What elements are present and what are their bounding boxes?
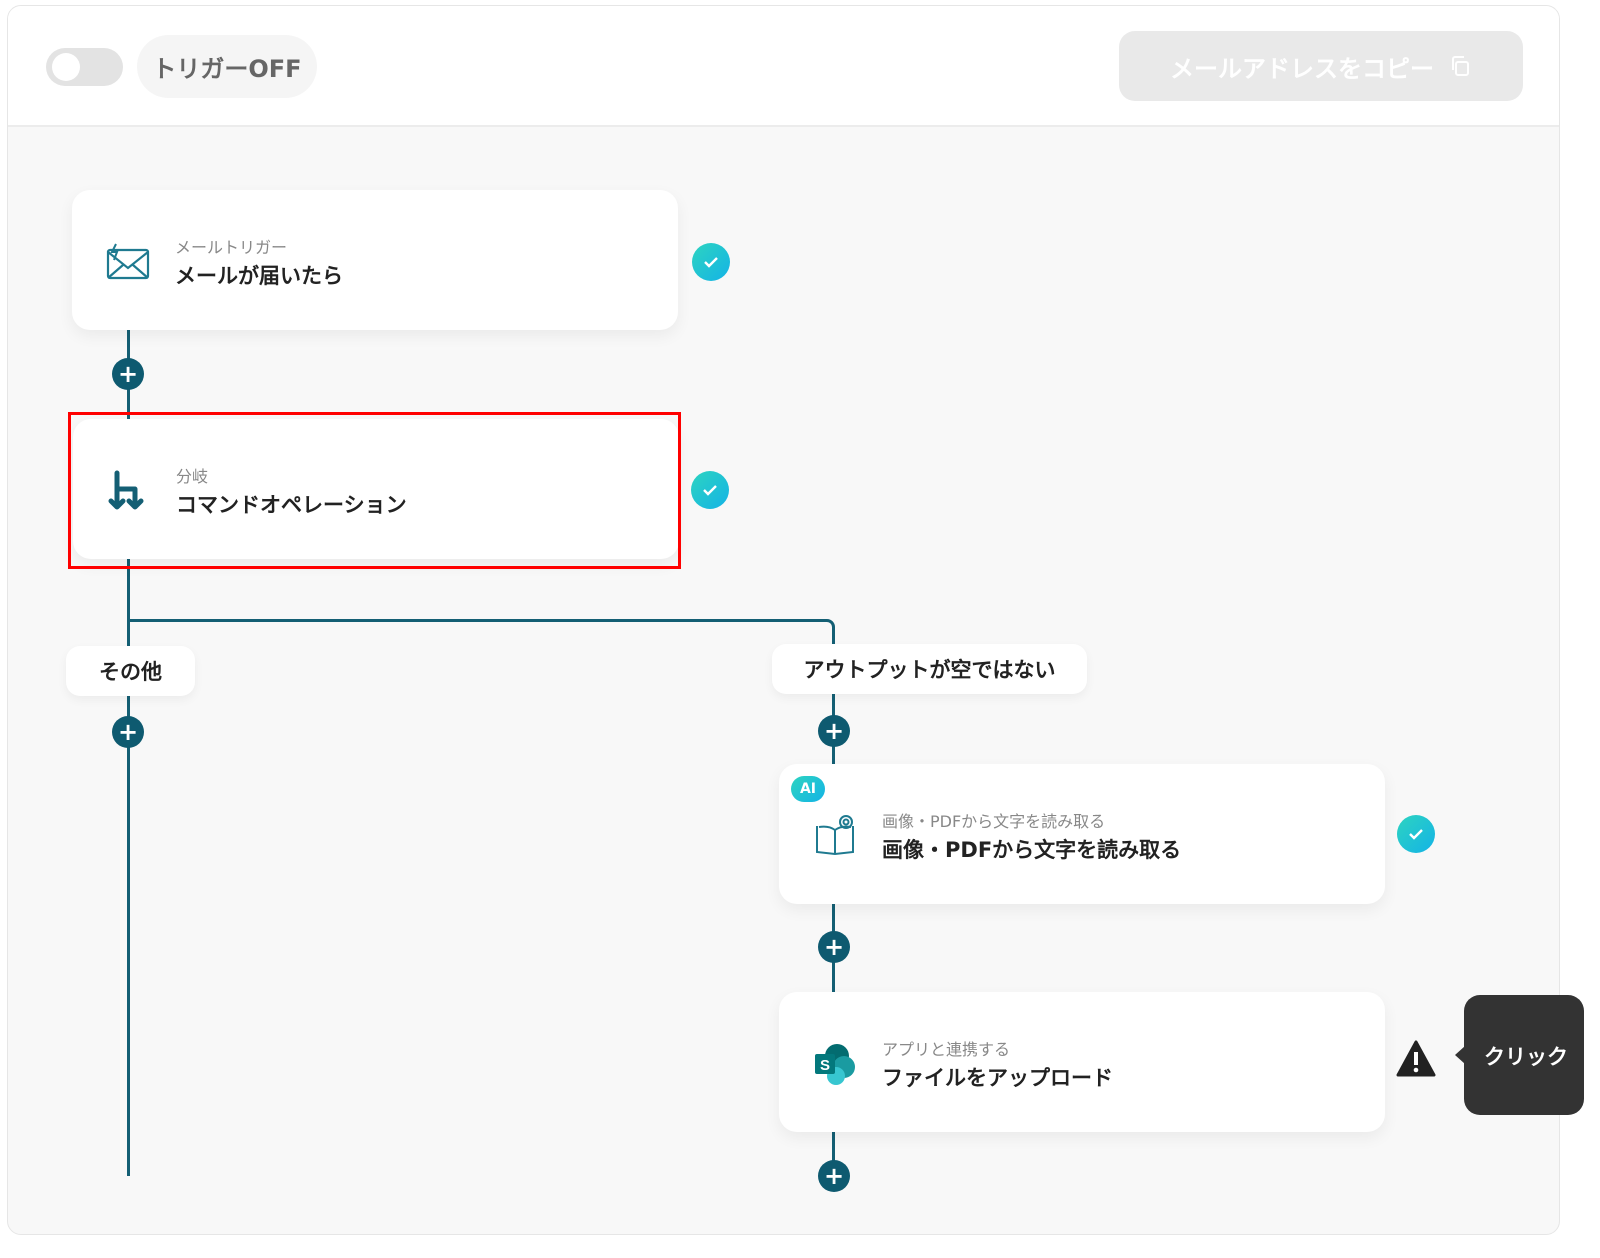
add-step-button[interactable]: + <box>818 931 850 963</box>
step-title: 画像・PDFから文字を読み取る <box>882 838 1182 862</box>
branch-label-other[interactable]: その他 <box>66 646 195 696</box>
copy-email-label: メールアドレスをコピー <box>1170 55 1434 83</box>
branch-connector <box>127 619 835 645</box>
step-subtitle: アプリと連携する <box>882 1040 1011 1059</box>
check-icon <box>692 243 730 281</box>
workflow-frame: トリガーOFF メールアドレスをコピー + + + + + メールトリガー メー… <box>7 5 1560 1235</box>
ai-badge: AI <box>791 776 825 802</box>
copy-email-button[interactable]: メールアドレスをコピー <box>1119 31 1523 101</box>
step-title: ファイルをアップロード <box>882 1066 1113 1090</box>
add-step-button[interactable]: + <box>112 358 144 390</box>
mail-trigger-icon <box>106 243 150 280</box>
step-subtitle: 画像・PDFから文字を読み取る <box>882 812 1106 831</box>
add-step-button[interactable]: + <box>818 1160 850 1192</box>
check-icon <box>691 471 729 509</box>
highlight-box <box>68 412 681 569</box>
trigger-status: トリガーOFF <box>137 35 317 98</box>
warning-icon <box>1396 1040 1436 1077</box>
ocr-book-icon <box>816 815 854 856</box>
svg-text:S: S <box>820 1057 830 1074</box>
copy-icon <box>1452 56 1469 76</box>
step-subtitle: メールトリガー <box>175 238 288 257</box>
tooltip: クリック <box>1455 995 1584 1115</box>
sharepoint-icon: S <box>815 1044 855 1085</box>
check-icon <box>1397 815 1435 853</box>
toggle-knob <box>52 53 80 81</box>
branch-label-not-empty[interactable]: アウトプットが空ではない <box>772 644 1087 694</box>
add-step-button[interactable]: + <box>112 716 144 748</box>
step-title: メールが届いたら <box>175 264 343 288</box>
step-card-ocr[interactable]: AI 画像・PDFから文字を読み取る 画像・PDFから文字を読み取る <box>779 764 1385 904</box>
step-card-mail-trigger[interactable]: メールトリガー メールが届いたら <box>72 190 678 330</box>
step-card-upload[interactable]: S アプリと連携する ファイルをアップロード <box>779 992 1385 1132</box>
add-step-button[interactable]: + <box>818 715 850 747</box>
header: トリガーOFF メールアドレスをコピー <box>8 6 1559 127</box>
trigger-toggle[interactable] <box>46 48 123 86</box>
